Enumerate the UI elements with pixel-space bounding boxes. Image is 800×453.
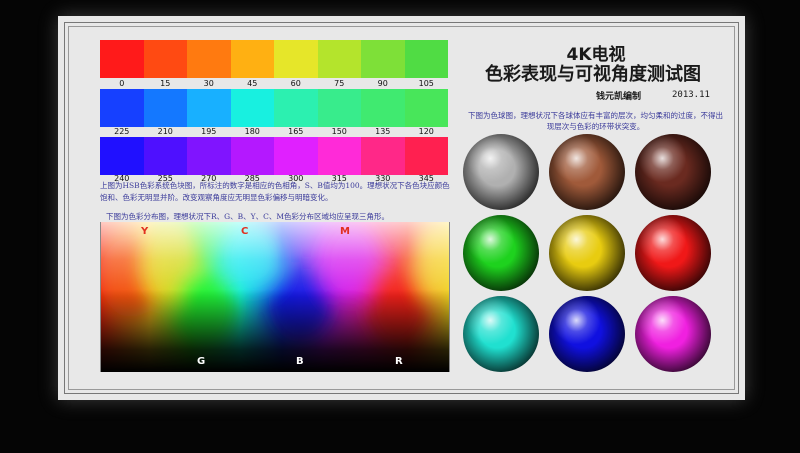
hue-swatch-30 [187,40,231,78]
sphere-red [635,215,711,291]
sphere-magenta [635,296,711,372]
hue-swatch-60 [274,40,318,78]
hsb-description: 上图为HSB色彩系统色块图，所标注的数字是相应的色相角，S、B值均为100。理想… [100,181,450,202]
hue-swatch-210 [143,89,187,127]
sphere-gray [463,134,539,210]
hue-swatch-180 [230,89,274,127]
gamut-label-top-1: Y [141,226,149,237]
gamut-label-bottom-3: R [395,356,403,367]
sphere-green [463,215,539,291]
gamut-label-bottom-1: G [197,356,206,367]
color-distribution-graphic [101,222,449,372]
hue-strip-row-3 [100,137,448,175]
hue-swatch-300 [274,137,318,175]
sphere-yellow [549,215,625,291]
hue-swatch-330 [361,137,405,175]
hue-swatch-240 [100,137,144,175]
hue-swatch-45 [230,40,274,78]
hue-swatch-90 [361,40,405,78]
hue-swatch-225 [100,89,144,127]
hue-swatch-135 [361,89,405,127]
hue-swatch-15 [143,40,187,78]
gamut-label-bottom-2: B [296,356,304,367]
hue-swatch-315 [317,137,361,175]
hue-swatch-165 [274,89,318,127]
hue-swatch-195 [187,89,231,127]
hue-strip-row-2 [100,89,448,127]
author-credit: 钱元凯编制 [596,92,642,102]
hue-swatch-120 [404,89,448,127]
hue-swatch-345 [404,137,448,175]
sphere-dark-brown [635,134,711,210]
hue-swatch-75 [317,40,361,78]
sphere-description: 下图为色球图，理想状况下各球体应有丰富的层次，均匀柔和的过度，不得出现层次与色彩… [468,111,723,131]
chart-title-line-2: 色彩表现与可视角度测试图 [485,64,701,85]
gamut-label-top-2: C [241,226,249,237]
sphere-blue [549,296,625,372]
color-distribution-panel [100,222,450,372]
gamut-label-top-3: M [340,226,350,237]
test-chart-card: 0 15 30 45 60 75 90 105 225 210 195 180 165 150 135 12… [58,16,745,400]
hue-strip-row-1 [100,40,448,78]
sphere-brown [549,134,625,210]
hue-swatch-270 [187,137,231,175]
hue-swatch-285 [230,137,274,175]
hue-swatch-255 [143,137,187,175]
sphere-cyan [463,296,539,372]
screen: 0 15 30 45 60 75 90 105 225 210 195 180 165 150 135 12… [0,0,800,453]
hue-swatch-105 [404,40,448,78]
hue-swatch-0 [100,40,144,78]
gamut-description: 下图为色彩分布图，理想状况下R、G、B、Y、C、M色彩分布区域均应呈现三角形。 [106,212,390,221]
chart-date: 2013.11 [672,90,710,100]
hue-swatch-150 [317,89,361,127]
